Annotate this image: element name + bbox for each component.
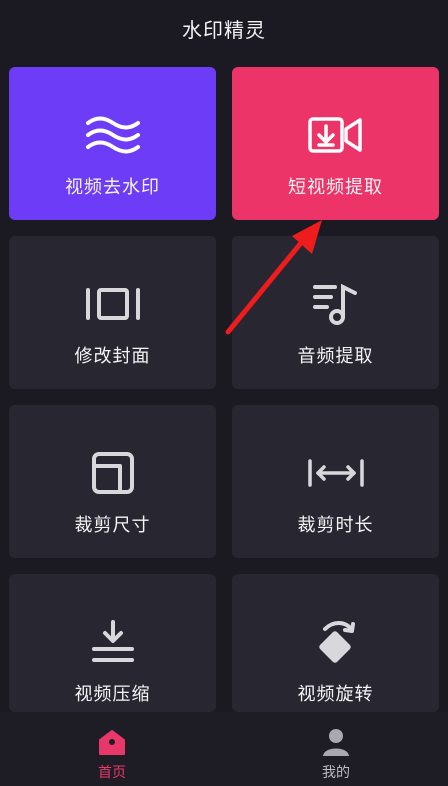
tool-label: 视频旋转 bbox=[297, 684, 374, 705]
rotate-icon bbox=[305, 618, 367, 666]
tool-compress-video[interactable]: 视频压缩 bbox=[9, 574, 216, 712]
tool-label: 裁剪尺寸 bbox=[74, 515, 151, 536]
tool-remove-watermark[interactable]: 视频去水印 bbox=[9, 67, 216, 220]
tool-label: 音频提取 bbox=[297, 346, 374, 367]
tool-label: 视频去水印 bbox=[65, 177, 160, 198]
tool-label: 修改封面 bbox=[74, 346, 151, 367]
tool-rotate-video[interactable]: 视频旋转 bbox=[232, 574, 439, 712]
user-icon bbox=[319, 726, 353, 758]
tab-home-label: 首页 bbox=[98, 765, 126, 781]
crop-square-icon bbox=[82, 449, 144, 497]
waves-icon bbox=[82, 111, 144, 159]
tab-home[interactable]: 首页 bbox=[0, 712, 224, 786]
tool-label: 视频压缩 bbox=[74, 684, 151, 705]
tool-edit-cover[interactable]: 修改封面 bbox=[9, 236, 216, 389]
tab-mine[interactable]: 我的 bbox=[224, 712, 448, 786]
music-note-icon bbox=[305, 280, 367, 328]
cover-frames-icon bbox=[82, 280, 144, 328]
tool-extract-audio[interactable]: 音频提取 bbox=[232, 236, 439, 389]
tool-extract-short-video[interactable]: 短视频提取 bbox=[232, 67, 439, 220]
video-download-icon bbox=[305, 111, 367, 159]
tool-label: 短视频提取 bbox=[288, 177, 383, 198]
home-icon bbox=[95, 726, 129, 758]
tool-trim-duration[interactable]: 裁剪时长 bbox=[232, 405, 439, 558]
tool-label: 裁剪时长 bbox=[297, 515, 374, 536]
compress-icon bbox=[82, 618, 144, 666]
tab-mine-label: 我的 bbox=[322, 765, 350, 781]
tool-grid: 视频去水印 短视频提取 修改封面 音频提取 裁剪尺寸 裁剪时长 视频压缩 视频旋… bbox=[0, 0, 448, 712]
bottom-tab-bar: 首页 我的 bbox=[0, 712, 448, 786]
trim-duration-icon bbox=[305, 449, 367, 497]
tool-crop-size[interactable]: 裁剪尺寸 bbox=[9, 405, 216, 558]
